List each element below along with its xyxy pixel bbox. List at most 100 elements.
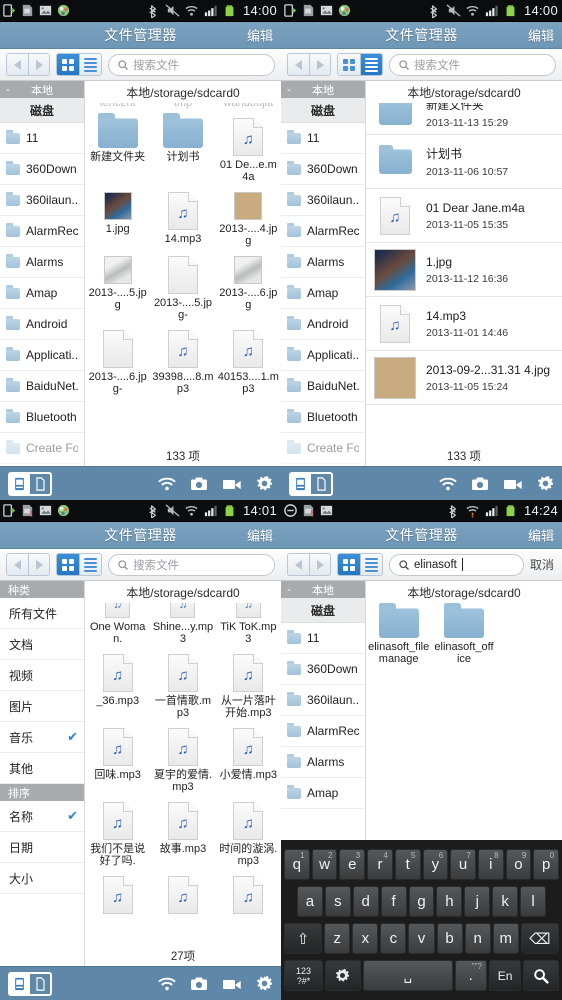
- gear-icon[interactable]: [256, 975, 273, 992]
- sidebar-category-item[interactable]: 其他: [0, 753, 84, 784]
- sidebar-item[interactable]: 360Down...: [281, 654, 365, 685]
- grid-view-button[interactable]: [338, 54, 360, 75]
- grid-item[interactable]: 2013-....4.jpg: [216, 187, 281, 251]
- grid-item[interactable]: ♫ 从一片落叶开始.mp3: [216, 649, 281, 723]
- grid-item[interactable]: ♫ 01 De...e.m4a: [216, 113, 281, 187]
- edit-button[interactable]: 编辑: [247, 26, 273, 45]
- grid-item[interactable]: wandoujia: [216, 103, 281, 113]
- sidebar-item[interactable]: Android: [0, 309, 84, 340]
- breadcrumb[interactable]: 本地/storage/sdcard0: [366, 581, 562, 603]
- grid-item[interactable]: ♫ Shine...y.mp3: [150, 603, 215, 649]
- backspace-key[interactable]: ⌫: [520, 923, 559, 954]
- key-r[interactable]: 4r: [367, 849, 393, 880]
- key-d[interactable]: d: [352, 886, 379, 917]
- grid-item[interactable]: 2013-....5.jpg-: [150, 251, 215, 325]
- video-camera-icon[interactable]: [222, 976, 242, 992]
- grid-item[interactable]: 2013-....5.jpg: [85, 251, 150, 325]
- key-z[interactable]: z: [324, 923, 351, 954]
- edit-button[interactable]: 编辑: [528, 26, 554, 45]
- sidebar-header[interactable]: - 本地: [281, 81, 365, 98]
- sidebar-item[interactable]: BaiduNet...: [281, 371, 365, 402]
- collapse-icon[interactable]: -: [6, 84, 10, 96]
- wifi-icon[interactable]: [158, 476, 176, 492]
- key-m[interactable]: m: [492, 923, 519, 954]
- sidebar-header[interactable]: - 本地: [0, 81, 84, 98]
- sidebar-header[interactable]: - 本地: [281, 581, 365, 598]
- list-view-button[interactable]: [360, 554, 382, 575]
- key-v[interactable]: v: [408, 923, 435, 954]
- file-grid[interactable]: tencent tmp wandoujia 新建文件夹 计划书 ♫ 01 De..…: [85, 103, 281, 466]
- grid-item[interactable]: ♫ 小爱情.mp3: [216, 723, 281, 797]
- grid-item[interactable]: ♫ 时间的漩涡.mp3: [216, 797, 281, 871]
- sidebar-item[interactable]: Amap: [281, 278, 365, 309]
- period-key[interactable]: ""?.: [454, 960, 487, 991]
- grid-item[interactable]: ♫ 一首情歌.mp3: [150, 649, 215, 723]
- video-camera-icon[interactable]: [222, 476, 242, 492]
- wifi-icon[interactable]: [158, 976, 176, 992]
- grid-item[interactable]: ♫ 40153....1.mp3: [216, 325, 281, 399]
- grid-item[interactable]: ♫: [150, 871, 215, 918]
- key-i[interactable]: 8i: [477, 849, 504, 880]
- grid-item[interactable]: ♫ TiK ToK.mp3: [216, 603, 281, 649]
- search-input[interactable]: 搜索文件: [108, 53, 275, 76]
- sidebar-sort-item-selected[interactable]: 名称 ✔: [0, 801, 84, 832]
- key-s[interactable]: s: [324, 886, 351, 917]
- list-item[interactable]: ♫ 01 Dear Jane.m4a 2013-11-05 15:35: [366, 189, 562, 243]
- forward-button[interactable]: [309, 54, 330, 75]
- key-l[interactable]: l: [520, 886, 547, 917]
- video-camera-icon[interactable]: [503, 476, 523, 492]
- sidebar-category-item[interactable]: 视频: [0, 660, 84, 691]
- grid-item[interactable]: ♫ 故事.mp3: [150, 797, 215, 871]
- keyboard-settings-key[interactable]: [325, 960, 361, 991]
- key-p[interactable]: 0p: [533, 849, 560, 880]
- sidebar-item[interactable]: 360Down...: [281, 154, 365, 185]
- cancel-button[interactable]: 取消: [530, 556, 556, 573]
- sidebar-item[interactable]: 11: [281, 123, 365, 154]
- device-tab-button[interactable]: [289, 471, 311, 496]
- sidebar-item[interactable]: Create Fo: [281, 433, 365, 464]
- grid-item[interactable]: ♫ 我们不是说好了吗.: [85, 797, 150, 871]
- sidebar-sort-item[interactable]: 日期: [0, 832, 84, 863]
- sidebar-item[interactable]: Alarms: [0, 247, 84, 278]
- keyboard-search-key[interactable]: [523, 960, 559, 991]
- file-grid[interactable]: elinasoft_filemanage elinasoft_office: [366, 603, 562, 840]
- edit-button[interactable]: 编辑: [528, 526, 554, 545]
- list-view-button[interactable]: [360, 54, 382, 75]
- list-item[interactable]: ♫ 14.mp3 2013-11-01 14:46: [366, 297, 562, 351]
- sidebar-item[interactable]: Bluetooth: [0, 402, 84, 433]
- sidebar-subheader[interactable]: 磁盘: [281, 598, 365, 623]
- breadcrumb[interactable]: 本地/storage/sdcard0: [366, 81, 562, 103]
- on-screen-keyboard[interactable]: 1q 2w 3e 4r 5t 6y 7u 8i 9o 0p a s d f g …: [281, 840, 562, 1000]
- sidebar-item[interactable]: Applicati...: [281, 340, 365, 371]
- grid-item[interactable]: 2013-....6.jpg-: [85, 325, 150, 399]
- key-o[interactable]: 9o: [505, 849, 532, 880]
- sidebar-subheader[interactable]: 磁盘: [0, 98, 84, 123]
- sidebar-item[interactable]: 360ilaun...: [0, 185, 84, 216]
- grid-item[interactable]: ♫ 回味.mp3: [85, 723, 150, 797]
- language-key[interactable]: En: [488, 960, 522, 991]
- key-y[interactable]: 6y: [422, 849, 449, 880]
- sidebar-item[interactable]: 360ilaun...: [281, 685, 365, 716]
- list-item[interactable]: 新建文件夹 2013-11-13 15:29: [366, 103, 562, 135]
- breadcrumb[interactable]: 本地/storage/sdcard0: [85, 81, 281, 103]
- space-key[interactable]: ␣: [362, 960, 453, 991]
- gear-icon[interactable]: [256, 475, 273, 492]
- sidebar-item[interactable]: Applicati...: [0, 340, 84, 371]
- key-h[interactable]: h: [436, 886, 463, 917]
- key-j[interactable]: j: [464, 886, 491, 917]
- forward-button[interactable]: [309, 554, 330, 575]
- sidebar-item[interactable]: 360ilaun...: [281, 185, 365, 216]
- collapse-icon[interactable]: -: [287, 584, 291, 596]
- key-k[interactable]: k: [492, 886, 519, 917]
- grid-item[interactable]: tmp: [150, 103, 215, 113]
- sidebar-item[interactable]: 11: [0, 123, 84, 154]
- key-c[interactable]: c: [380, 923, 407, 954]
- grid-view-button[interactable]: [338, 554, 360, 575]
- sidebar-item[interactable]: Amap: [0, 278, 84, 309]
- sidebar-sort-item[interactable]: 大小: [0, 863, 84, 894]
- grid-item[interactable]: ♫ _36.mp3: [85, 649, 150, 723]
- sidebar-category-item[interactable]: 图片: [0, 691, 84, 722]
- sidebar-item[interactable]: Android: [281, 309, 365, 340]
- device-tab-button[interactable]: [8, 471, 30, 496]
- sidebar-item[interactable]: Alarms: [281, 747, 365, 778]
